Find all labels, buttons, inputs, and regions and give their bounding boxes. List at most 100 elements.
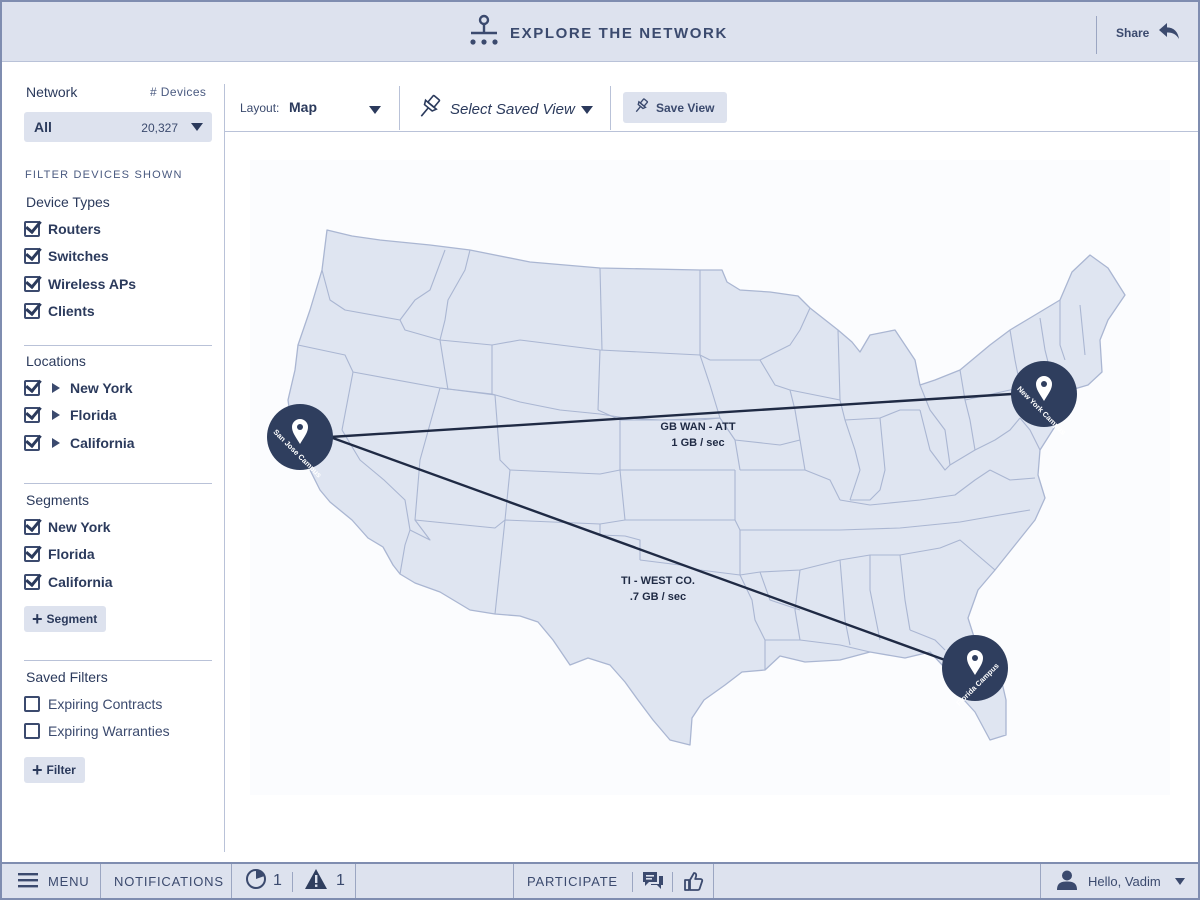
notifications-button[interactable]: NOTIFICATIONS bbox=[114, 864, 224, 898]
pin-center bbox=[972, 655, 978, 661]
device-type-switches[interactable]: Switches bbox=[24, 246, 109, 266]
checkbox-label: California bbox=[70, 435, 135, 451]
network-select-value: All bbox=[34, 119, 52, 135]
campus-marker[interactable]: Florida Campus bbox=[942, 635, 1008, 708]
device-type-routers[interactable]: Routers bbox=[24, 219, 101, 239]
checkbox[interactable] bbox=[24, 221, 40, 237]
saved-filter-expiring-contracts[interactable]: Expiring Contracts bbox=[24, 694, 162, 714]
thumbs-up-icon[interactable] bbox=[682, 864, 704, 898]
checkbox[interactable] bbox=[24, 519, 40, 535]
reply-arrow-icon bbox=[1157, 20, 1181, 45]
link-name: GB WAN - ATT bbox=[660, 421, 736, 433]
divider bbox=[24, 483, 212, 484]
link-label-ny[interactable]: GB WAN - ATT 1 GB / sec bbox=[633, 419, 763, 451]
footer-divider bbox=[672, 872, 673, 892]
checkbox[interactable] bbox=[24, 723, 40, 739]
checkbox[interactable] bbox=[24, 407, 40, 423]
link-rate: 1 GB / sec bbox=[671, 437, 725, 449]
alert-notification[interactable]: 1 bbox=[304, 864, 346, 898]
network-label: Network bbox=[26, 84, 78, 100]
network-device-count: 20,327 bbox=[141, 121, 178, 135]
warning-icon bbox=[304, 868, 328, 895]
location-florida[interactable]: Florida bbox=[24, 405, 117, 425]
saved-view-label: Select Saved View bbox=[450, 101, 575, 118]
segment-florida[interactable]: Florida bbox=[24, 544, 95, 564]
checkbox[interactable] bbox=[24, 380, 40, 396]
save-view-button[interactable]: Save View bbox=[623, 92, 727, 123]
checkbox[interactable] bbox=[24, 435, 40, 451]
campus-marker[interactable]: San Jose Campus bbox=[267, 404, 333, 479]
expand-arrow-icon[interactable] bbox=[52, 438, 60, 448]
checkbox[interactable] bbox=[24, 248, 40, 264]
chevron-down-icon[interactable] bbox=[369, 106, 381, 114]
checkbox[interactable] bbox=[24, 276, 40, 292]
pie-notification[interactable]: 1 bbox=[245, 864, 283, 898]
divider bbox=[24, 345, 212, 346]
network-map[interactable]: San Jose Campus New York Campus Florida Ca… bbox=[225, 133, 1198, 862]
device-types-title: Device Types bbox=[26, 194, 110, 210]
plus-icon: + bbox=[32, 760, 43, 780]
bottom-bar: MENU NOTIFICATIONS 1 1 PARTICIPATE Hello… bbox=[2, 862, 1198, 898]
add-segment-button[interactable]: + Segment bbox=[24, 606, 107, 632]
expand-arrow-icon[interactable] bbox=[52, 410, 60, 420]
layout-select[interactable]: Map bbox=[289, 99, 317, 115]
location-california[interactable]: California bbox=[24, 433, 135, 453]
campus-marker[interactable]: New York Campus bbox=[1011, 361, 1077, 437]
share-label: Share bbox=[1116, 25, 1150, 40]
pushpin-icon bbox=[416, 94, 442, 125]
menu-button[interactable]: MENU bbox=[18, 864, 89, 898]
segment-california[interactable]: California bbox=[24, 572, 113, 592]
link-label-fl[interactable]: TI - WEST CO. .7 GB / sec bbox=[593, 573, 723, 605]
chat-icon[interactable] bbox=[641, 864, 665, 898]
footer-divider bbox=[292, 872, 293, 892]
checkbox-label: New York bbox=[48, 519, 111, 535]
footer-divider bbox=[632, 872, 633, 892]
device-type-clients[interactable]: Clients bbox=[24, 301, 95, 321]
footer-divider bbox=[231, 864, 232, 898]
plus-icon: + bbox=[32, 609, 43, 629]
saved-view-select[interactable]: Select Saved View bbox=[416, 94, 575, 125]
add-filter-button[interactable]: + Filter bbox=[24, 757, 85, 783]
checkbox-label: Florida bbox=[70, 407, 117, 423]
checkbox[interactable] bbox=[24, 303, 40, 319]
checkbox-label: Wireless APs bbox=[48, 276, 137, 292]
footer-divider bbox=[1040, 864, 1041, 898]
saved-filter-expiring-warranties[interactable]: Expiring Warranties bbox=[24, 721, 170, 741]
chevron-down-icon[interactable] bbox=[581, 106, 593, 114]
toolbar-divider bbox=[399, 86, 400, 130]
checkbox[interactable] bbox=[24, 574, 40, 590]
location-new-york[interactable]: New York bbox=[24, 378, 133, 398]
device-type-wireless-aps[interactable]: Wireless APs bbox=[24, 274, 136, 294]
footer-divider bbox=[713, 864, 714, 898]
segment-new-york[interactable]: New York bbox=[24, 517, 111, 537]
share-button[interactable]: Share bbox=[1116, 20, 1181, 45]
header-divider bbox=[1096, 16, 1097, 54]
hamburger-icon bbox=[18, 872, 38, 891]
pin-center bbox=[1041, 381, 1047, 387]
chevron-down-icon bbox=[1174, 877, 1185, 885]
devices-count-label: # Devices bbox=[150, 85, 207, 99]
expand-arrow-icon[interactable] bbox=[52, 383, 60, 393]
alert-count: 1 bbox=[336, 872, 346, 889]
chevron-down-icon bbox=[191, 123, 203, 131]
link-line-fl[interactable] bbox=[329, 435, 946, 662]
save-view-label: Save View bbox=[656, 100, 715, 115]
filter-sidebar bbox=[2, 63, 224, 862]
checkbox-label: Clients bbox=[48, 303, 95, 319]
checkbox-label: Routers bbox=[48, 221, 101, 237]
participate-button[interactable]: PARTICIPATE bbox=[527, 864, 618, 898]
header: EXPLORE THE NETWORK Share bbox=[2, 2, 1198, 62]
toolbar-underline bbox=[225, 131, 1198, 132]
checkbox-label: Expiring Contracts bbox=[48, 696, 163, 712]
add-filter-label: Filter bbox=[46, 763, 76, 777]
checkbox-label: Expiring Warranties bbox=[48, 723, 170, 739]
network-hierarchy-icon bbox=[468, 14, 500, 53]
participate-label: PARTICIPATE bbox=[527, 873, 618, 889]
checkbox[interactable] bbox=[24, 696, 40, 712]
checkbox[interactable] bbox=[24, 546, 40, 562]
network-select[interactable]: All 20,327 bbox=[24, 112, 212, 142]
footer-divider bbox=[355, 864, 356, 898]
toolbar-divider bbox=[610, 86, 611, 130]
checkbox-label: Switches bbox=[48, 248, 109, 264]
user-menu[interactable]: Hello, Vadim bbox=[1056, 864, 1185, 898]
